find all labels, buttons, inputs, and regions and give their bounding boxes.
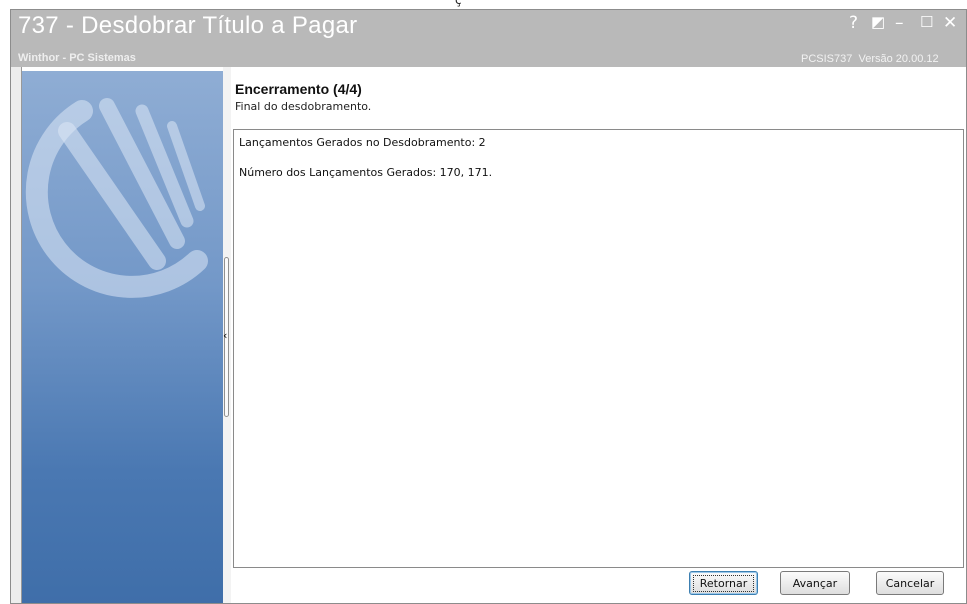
back-button[interactable]: Retornar [689,571,758,595]
panel-splitter[interactable]: ‹ [223,67,231,603]
left-border [11,67,22,603]
cancel-button-label: Cancelar [885,576,935,590]
minimize-icon[interactable]: – [895,13,904,33]
sidebar-banner [22,71,223,603]
cancel-button[interactable]: Cancelar [876,571,944,595]
result-line-numbers: Número dos Lançamentos Gerados: 170, 171… [239,166,493,179]
maximize-icon[interactable]: ☐ [920,13,933,31]
next-button-label: Avançar [792,576,838,590]
step-subtitle: Final do desdobramento. [235,100,372,113]
top-text-fragment: ç [455,0,462,7]
restore-icon[interactable]: ◩ [871,13,885,31]
back-button-label: Retornar [692,574,755,592]
next-button[interactable]: Avançar [780,571,850,595]
main-window: 737 - Desdobrar Título a Pagar Winthor -… [10,9,967,604]
title-bar: 737 - Desdobrar Título a Pagar Winthor -… [11,10,966,67]
step-header: Encerramento (4/4) Final do desdobrament… [235,81,371,113]
result-panel: Lançamentos Gerados no Desdobramento: 2 … [233,129,964,568]
collapse-arrow-icon[interactable]: ‹ [223,329,227,342]
help-icon[interactable]: ? [849,13,858,33]
close-icon[interactable]: ✕ [943,13,957,33]
program-info: PCSIS737 Versão 20.00.12 [801,53,939,65]
program-code: PCSIS737 [801,53,853,65]
window-subtitle: Winthor - PC Sistemas [18,52,136,64]
step-title: Encerramento (4/4) [235,81,362,97]
wizard-body: ‹ Encerramento (4/4) Final do desdobrame… [11,67,966,603]
window-title: 737 - Desdobrar Título a Pagar [18,12,358,39]
result-line-count: Lançamentos Gerados no Desdobramento: 2 [239,136,486,149]
winthor-logo-icon [25,98,208,298]
program-version: Versão 20.00.12 [858,53,939,65]
